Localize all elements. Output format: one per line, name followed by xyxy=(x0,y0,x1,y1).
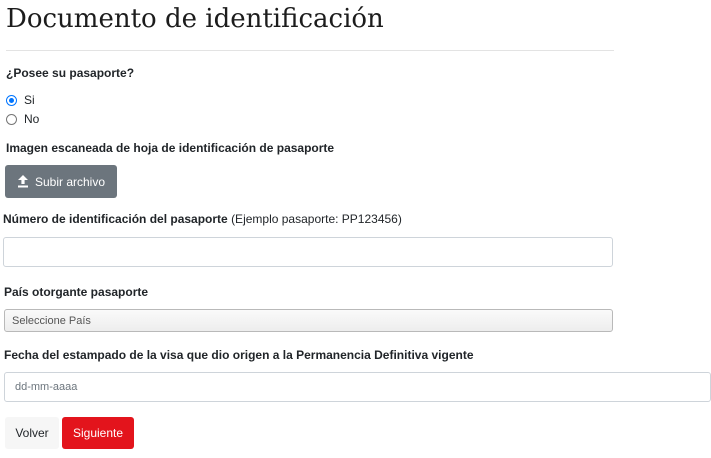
passport-number-hint: (Ejemplo pasaporte: PP123456) xyxy=(231,212,402,226)
upload-button-label: Subir archivo xyxy=(34,174,106,189)
next-button-label: Siguiente xyxy=(72,426,124,440)
title-divider xyxy=(6,50,614,51)
issuing-country-selected: Seleccione País xyxy=(12,314,91,327)
radio-si-checked[interactable] xyxy=(6,94,17,106)
radio-option-si[interactable]: Si xyxy=(6,92,35,108)
radio-option-no[interactable]: No xyxy=(6,111,39,127)
passport-question-label: ¿Posee su pasaporte? xyxy=(6,66,135,80)
radio-si-label[interactable]: Si xyxy=(24,93,35,107)
issuing-country-select[interactable]: Seleccione País xyxy=(4,309,613,332)
visa-date-placeholder: dd-mm-aaaa xyxy=(15,381,78,393)
passport-number-input[interactable] xyxy=(3,237,613,267)
passport-number-label-text: Número de identificación del pasaporte xyxy=(3,212,228,226)
visa-date-input[interactable]: dd-mm-aaaa xyxy=(4,372,711,402)
issuing-country-label: País otorgante pasaporte xyxy=(4,285,149,299)
visa-date-label: Fecha del estampado de la visa que dio o… xyxy=(4,348,474,362)
next-button[interactable]: Siguiente xyxy=(62,417,134,449)
back-button-label: Volver xyxy=(15,426,49,440)
radio-no-label[interactable]: No xyxy=(24,112,39,126)
radio-no-unchecked[interactable] xyxy=(6,113,17,125)
back-button[interactable]: Volver xyxy=(5,417,59,449)
passport-number-label: Número de identificación del pasaporte (… xyxy=(3,212,402,226)
page-title: Documento de identificación xyxy=(6,4,384,34)
upload-icon xyxy=(17,175,28,188)
upload-label: Imagen escaneada de hoja de identificaci… xyxy=(6,141,335,155)
upload-file-button[interactable]: Subir archivo xyxy=(5,165,117,198)
